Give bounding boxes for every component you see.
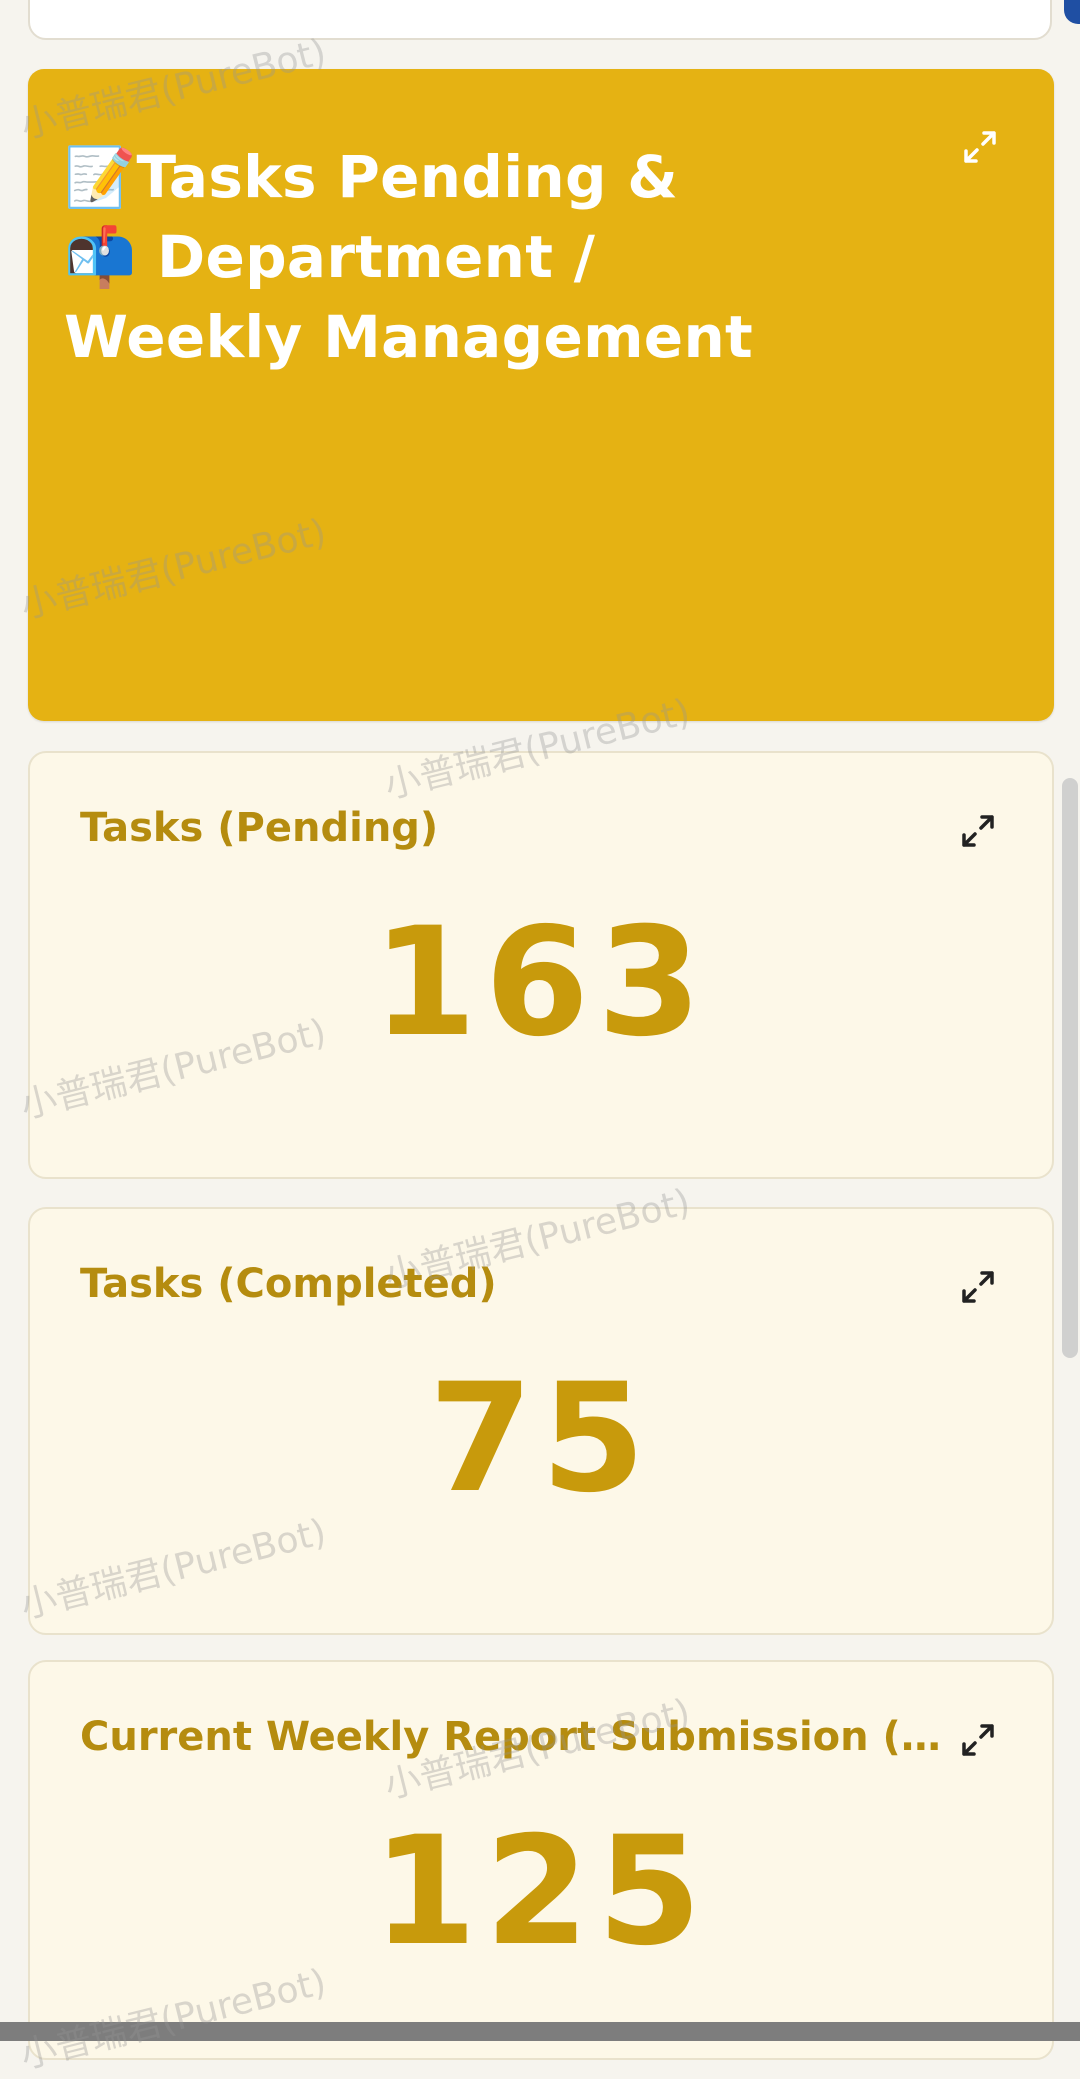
stat-card-label: Current Weekly Report Submission (Count) xyxy=(80,1714,970,1760)
stat-card-value: 163 xyxy=(372,896,710,1070)
header-card-title: 📝Tasks Pending & 📬 Department / Weekly M… xyxy=(64,143,754,371)
stat-card-tasks-completed[interactable]: Tasks (Completed) 75 xyxy=(28,1207,1054,1635)
stat-card-label: Tasks (Pending) xyxy=(80,805,439,851)
expand-icon[interactable] xyxy=(960,127,1000,167)
expand-icon[interactable] xyxy=(958,1720,998,1760)
scrollbar[interactable] xyxy=(1062,778,1078,1358)
stat-card-value: 125 xyxy=(372,1805,710,1979)
window-edge xyxy=(1064,0,1080,24)
expand-icon[interactable] xyxy=(958,811,998,851)
expand-icon[interactable] xyxy=(958,1267,998,1307)
header-card[interactable]: 📝Tasks Pending & 📬 Department / Weekly M… xyxy=(28,69,1054,721)
bottom-edge xyxy=(0,2022,1080,2041)
previous-card xyxy=(28,0,1052,40)
stat-card-label: Tasks (Completed) xyxy=(80,1261,497,1307)
stat-card-tasks-pending[interactable]: Tasks (Pending) 163 xyxy=(28,751,1054,1179)
stat-card-value: 75 xyxy=(428,1352,654,1526)
stat-card-weekly-report[interactable]: Current Weekly Report Submission (Count)… xyxy=(28,1660,1054,2060)
